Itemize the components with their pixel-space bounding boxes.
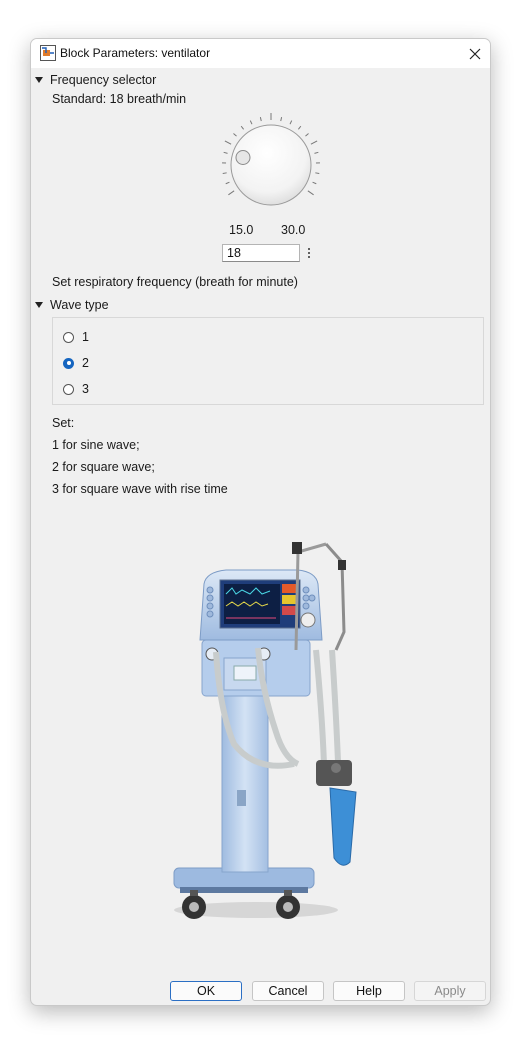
- knob-tick: [315, 172, 320, 175]
- close-button[interactable]: [460, 39, 490, 68]
- radio-button-selected[interactable]: [63, 357, 74, 369]
- dot-icon: [307, 256, 310, 258]
- knob-tick: [259, 117, 262, 122]
- ok-button[interactable]: OK: [170, 981, 242, 1001]
- knob-tick: [314, 151, 319, 154]
- dot-icon: [307, 252, 310, 254]
- wave-type-radio-group: 1 2 3: [52, 317, 484, 405]
- standard-frequency-text: Standard: 18 breath/min: [52, 92, 187, 106]
- knob-tick: [305, 133, 309, 137]
- knob-tick: [240, 125, 245, 130]
- frequency-section-header[interactable]: Frequency selector: [35, 73, 156, 87]
- knob-tick: [225, 181, 230, 185]
- radio-button[interactable]: [63, 383, 74, 395]
- close-icon: [469, 48, 481, 59]
- wave-help-line: 1 for sine wave;: [52, 438, 140, 452]
- cancel-button[interactable]: Cancel: [252, 981, 324, 1001]
- frequency-section-label: Frequency selector: [50, 73, 157, 87]
- wave-option-3[interactable]: 3: [63, 382, 89, 396]
- collapse-triangle-icon: [35, 302, 43, 308]
- wave-option-label: 1: [82, 330, 89, 344]
- knob-tick: [224, 140, 232, 145]
- wave-help-line: Set:: [52, 416, 75, 430]
- wave-option-2[interactable]: 2: [63, 356, 89, 370]
- wave-section-header[interactable]: Wave type: [35, 298, 109, 312]
- knob-tick: [249, 120, 253, 125]
- knob-max-label: 30.0: [281, 223, 306, 237]
- frequency-knob[interactable]: [217, 111, 325, 219]
- help-button[interactable]: Help: [333, 981, 405, 1001]
- wave-option-1[interactable]: 1: [63, 330, 89, 344]
- wave-option-label: 2: [82, 356, 89, 370]
- collapse-triangle-icon: [35, 77, 43, 83]
- more-options-button[interactable]: [303, 244, 314, 262]
- knob-tick: [280, 117, 283, 122]
- knob-tick: [223, 151, 228, 154]
- knob-face[interactable]: [230, 124, 312, 206]
- knob-tick: [312, 181, 317, 185]
- radio-button[interactable]: [63, 331, 74, 343]
- frequency-description: Set respiratory frequency (breath for mi…: [52, 275, 298, 289]
- dialog-title: Block Parameters: ventilator: [60, 46, 211, 60]
- knob-tick: [289, 120, 293, 125]
- knob-min-label: 15.0: [229, 223, 254, 237]
- wave-section-label: Wave type: [50, 298, 109, 312]
- knob-dial[interactable]: [217, 111, 325, 219]
- knob-indicator: [235, 149, 251, 165]
- knob-tick: [310, 140, 318, 145]
- block-parameters-dialog: Block Parameters: ventilator Frequency s…: [30, 38, 491, 1006]
- wave-help-line: 3 for square wave with rise time: [52, 482, 228, 496]
- simulink-block-icon: [40, 45, 56, 61]
- wave-option-label: 3: [82, 382, 89, 396]
- dot-icon: [307, 248, 310, 250]
- knob-tick: [222, 172, 227, 175]
- title-bar: Block Parameters: ventilator: [31, 39, 490, 68]
- knob-tick: [228, 190, 235, 196]
- knob-tick: [297, 125, 302, 130]
- ventilator-image: [173, 542, 357, 919]
- knob-tick: [307, 190, 314, 196]
- apply-button[interactable]: Apply: [414, 981, 486, 1001]
- wave-help-line: 2 for square wave;: [52, 460, 155, 474]
- frequency-value-input[interactable]: [222, 244, 300, 262]
- knob-tick: [233, 133, 237, 137]
